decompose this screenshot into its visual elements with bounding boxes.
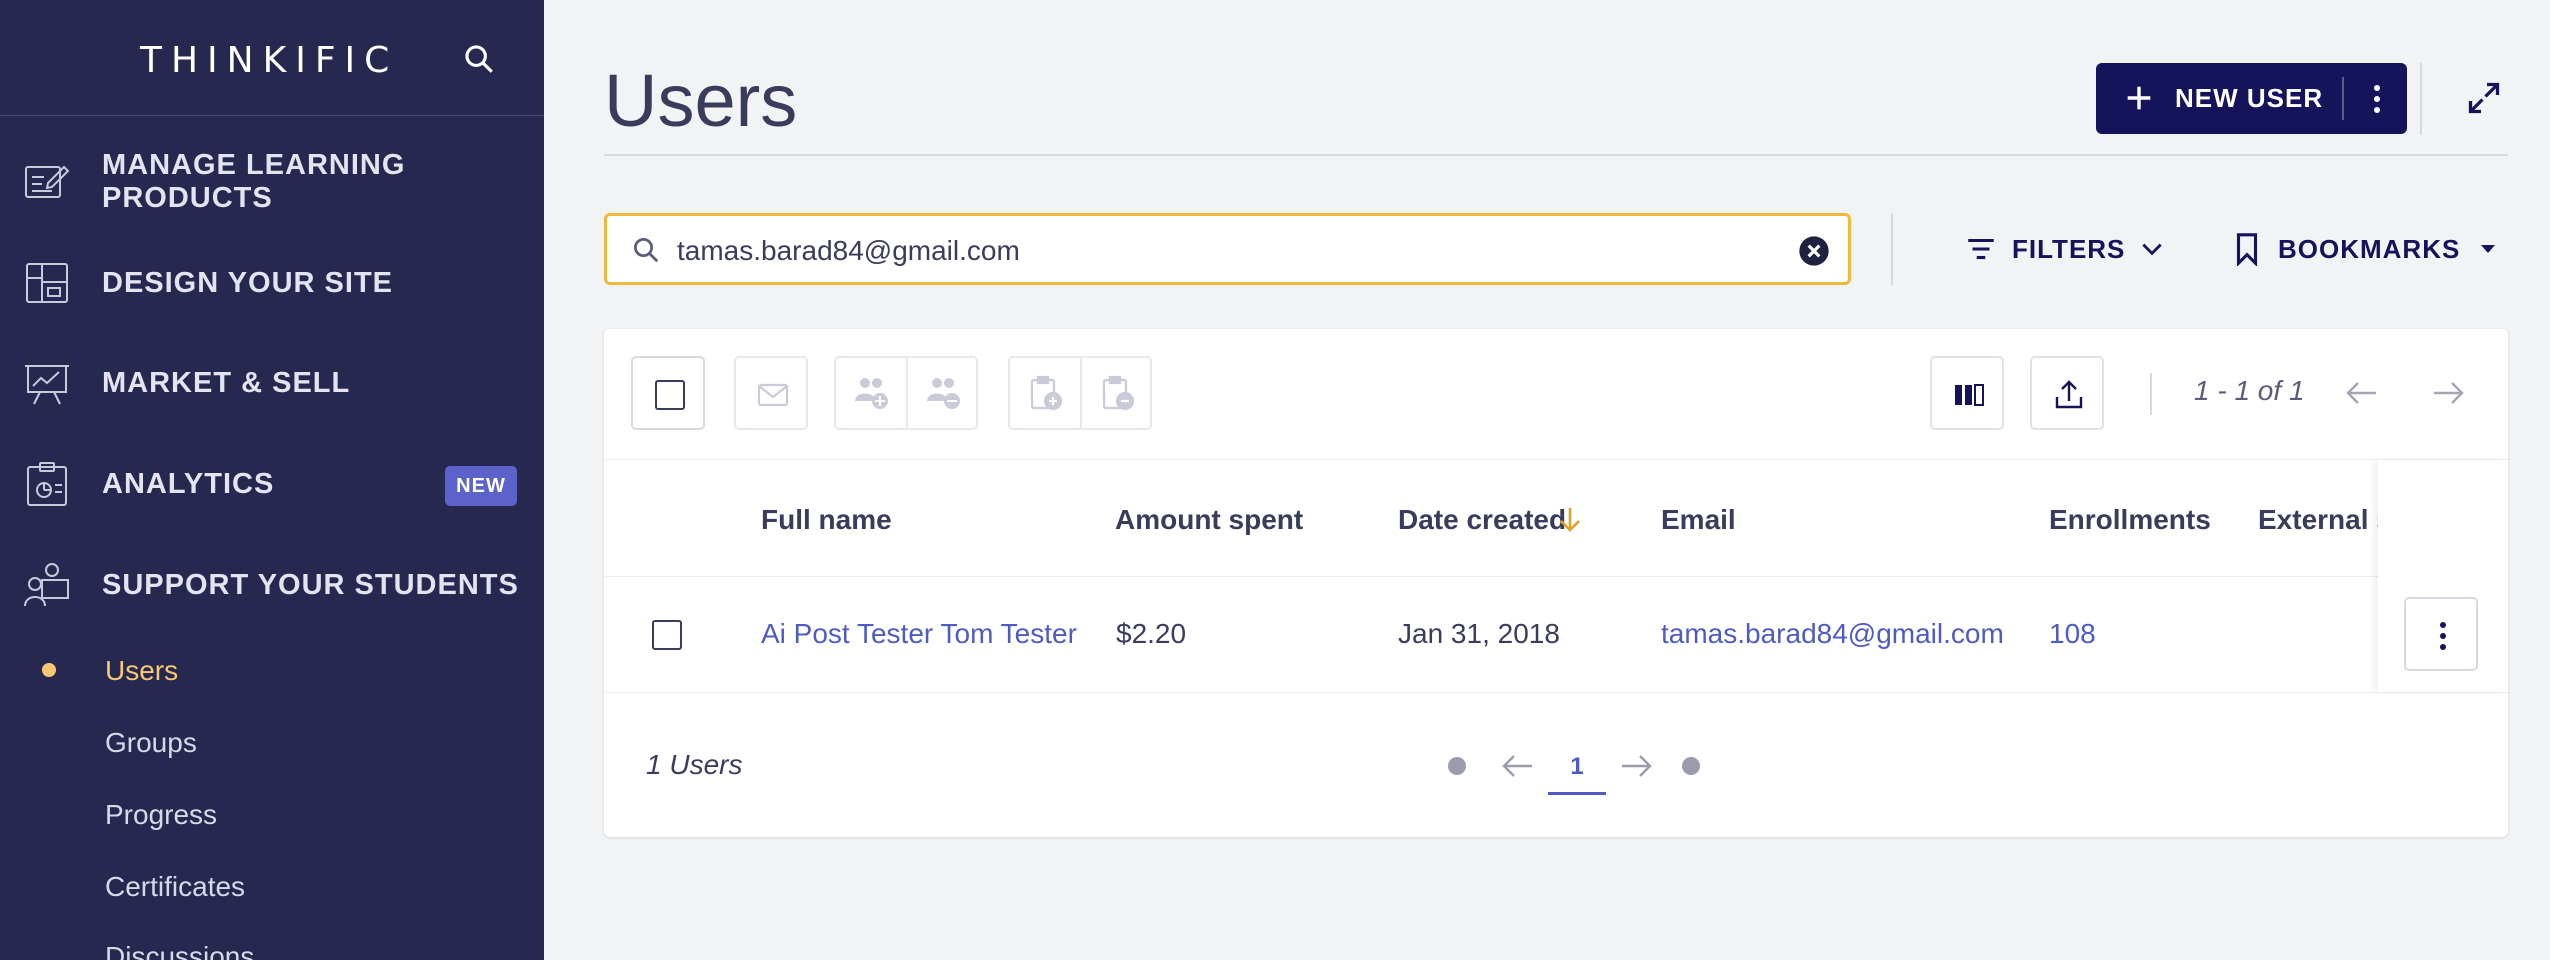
sidebar-header: THINKIFIC (0, 0, 544, 116)
layout-icon (26, 263, 68, 303)
bookmark-icon (2236, 233, 2258, 266)
more-vertical-icon (2440, 622, 2446, 650)
sidebar-item-support-your-students[interactable]: SUPPORT YOUR STUDENTS (0, 545, 544, 625)
column-header-amount-spent[interactable]: Amount spent (1115, 504, 1303, 536)
sidebar-item-label: MARKET & SELL (102, 366, 351, 399)
clipboard-add-icon (1030, 375, 1063, 411)
presentation-chart-icon (25, 365, 69, 405)
edit-document-icon (25, 165, 70, 198)
header-divider (2420, 63, 2422, 135)
sidebar-item-label: SUPPORT YOUR STUDENTS (102, 568, 519, 601)
caret-down-icon (2481, 245, 2496, 253)
clipboard-remove-icon (1102, 375, 1135, 411)
sidebar-subitem-progress[interactable]: Progress (105, 799, 217, 831)
bookmarks-label: BOOKMARKS (2278, 233, 2461, 264)
columns-button[interactable] (1930, 356, 2004, 430)
users-table-card: 1 - 1 of 1 Full name Amount spent Date c… (604, 329, 2508, 837)
search-value[interactable]: tamas.barad84@gmail.com (677, 235, 1020, 267)
button-divider (2342, 77, 2344, 120)
first-page-dot[interactable] (1448, 757, 1466, 775)
page-number-current[interactable]: 1 (1548, 747, 1606, 795)
last-page-dot[interactable] (1682, 757, 1700, 775)
search-icon (634, 238, 659, 263)
add-to-group-icon (855, 378, 888, 409)
toolbar-divider-line (604, 459, 2508, 460)
active-indicator-dot (42, 663, 56, 677)
enrollment-actions (1008, 356, 1152, 430)
sidebar-item-label: DESIGN YOUR SITE (102, 266, 394, 299)
analytics-clipboard-icon (27, 462, 67, 506)
checkbox-box (655, 380, 685, 410)
unenroll-button[interactable] (1080, 358, 1150, 428)
search-icon[interactable] (462, 42, 496, 76)
arrow-left-icon[interactable] (1500, 751, 1536, 781)
column-header-full-name[interactable]: Full name (761, 504, 892, 536)
sidebar-subitem-users[interactable]: Users (105, 655, 178, 687)
filters-button[interactable]: FILTERS (1964, 226, 2165, 272)
chevron-down-icon (2142, 243, 2163, 256)
sidebar-item-analytics[interactable]: ANALYTICS NEW (0, 444, 544, 524)
main-content: Users NEW USER tamas.barad84@gmail.com F… (544, 0, 2550, 960)
expand-icon[interactable] (2466, 80, 2502, 116)
page-title: Users (604, 59, 798, 142)
bookmarks-button[interactable]: BOOKMARKS (2232, 226, 2498, 272)
export-button[interactable] (2030, 356, 2104, 430)
clear-search-icon[interactable] (1798, 235, 1830, 267)
column-header-email[interactable]: Email (1661, 504, 1736, 536)
row-checkbox[interactable] (652, 620, 682, 650)
plus-icon (2127, 86, 2151, 110)
sidebar-subitem-certificates[interactable]: Certificates (105, 871, 245, 903)
new-user-button[interactable]: NEW USER (2096, 63, 2407, 134)
add-to-group-button[interactable] (836, 358, 906, 428)
remove-from-group-button[interactable] (906, 358, 976, 428)
more-vertical-icon[interactable] (2362, 79, 2392, 119)
columns-icon (1955, 384, 1984, 406)
enrollments-link[interactable]: 108 (2049, 618, 2096, 650)
sidebar: THINKIFIC MANAGE LEARNING PRODUCTS DESIG… (0, 0, 544, 960)
arrow-left-icon[interactable] (2344, 377, 2380, 409)
sidebar-item-manage-learning-products[interactable]: MANAGE LEARNING PRODUCTS (0, 142, 544, 222)
users-count: 1 Users (646, 749, 743, 780)
sort-descending-icon[interactable] (1556, 504, 1584, 536)
sidebar-item-design-your-site[interactable]: DESIGN YOUR SITE (0, 243, 544, 323)
sidebar-item-label: MANAGE LEARNING PRODUCTS (102, 149, 406, 214)
export-icon (2055, 380, 2083, 409)
new-user-label: NEW USER (2175, 83, 2324, 113)
header-divider-line (604, 154, 2508, 156)
users-support-icon (24, 563, 69, 607)
sidebar-item-label: ANALYTICS (102, 467, 275, 500)
email-link[interactable]: tamas.barad84@gmail.com (1661, 618, 2004, 650)
arrow-right-icon[interactable] (1618, 751, 1654, 781)
search-input[interactable]: tamas.barad84@gmail.com (604, 213, 1851, 285)
column-header-date-created[interactable]: Date created (1398, 504, 1566, 536)
toolbar-divider (2150, 373, 2152, 415)
filters-label: FILTERS (2012, 233, 2126, 264)
select-all-checkbox[interactable] (631, 356, 705, 430)
group-actions (834, 356, 978, 430)
sidebar-subitem-groups[interactable]: Groups (105, 727, 197, 759)
enroll-button[interactable] (1010, 358, 1080, 428)
arrow-right-icon[interactable] (2430, 377, 2466, 409)
email-button[interactable] (734, 356, 808, 430)
sidebar-item-market-and-sell[interactable]: MARKET & SELL (0, 343, 544, 423)
date-created-cell: Jan 31, 2018 (1398, 618, 1560, 649)
user-full-name-link[interactable]: Ai Post Tester Tom Tester (761, 618, 1077, 650)
thinkific-logo[interactable]: THINKIFIC (140, 40, 398, 81)
pager-count: 1 - 1 of 1 (2194, 375, 2305, 406)
search-divider (1891, 213, 1893, 285)
column-header-external[interactable]: External s (2258, 504, 2392, 536)
sidebar-subitem-discussions[interactable]: Discussions (105, 941, 254, 960)
column-header-enrollments[interactable]: Enrollments (2049, 504, 2211, 536)
amount-spent-cell: $2.20 (1116, 618, 1187, 649)
row-divider (604, 692, 2508, 693)
header-row-divider (604, 576, 2508, 577)
remove-from-group-icon (927, 378, 960, 409)
mail-icon (757, 383, 789, 407)
filter-icon (1968, 238, 1994, 260)
row-actions-button[interactable] (2404, 597, 2478, 671)
new-badge: NEW (445, 466, 517, 506)
